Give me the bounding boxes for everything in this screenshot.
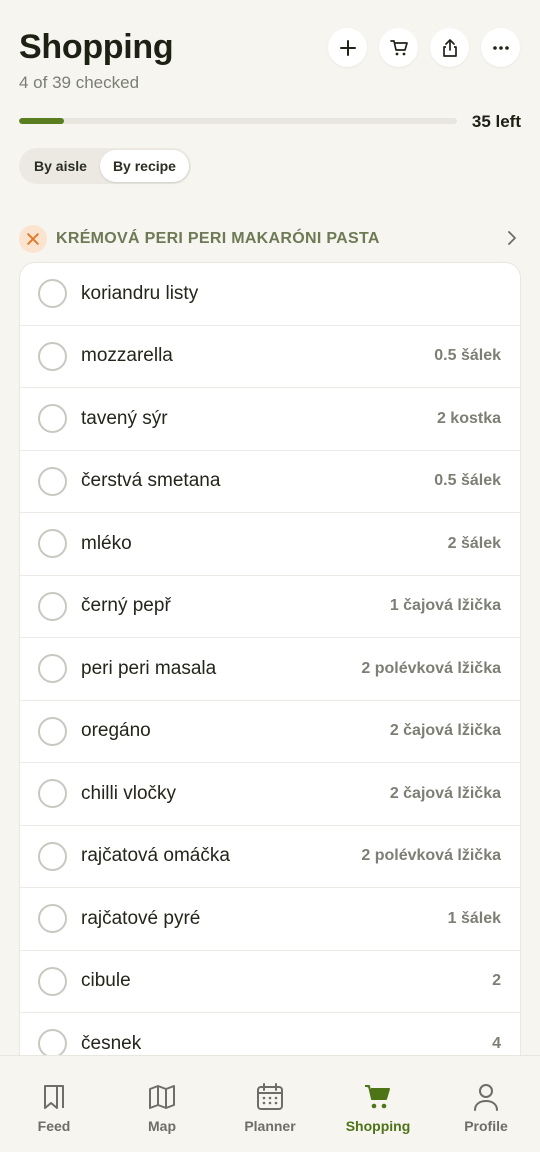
item-name: mozzarella — [81, 345, 173, 367]
item-checkbox[interactable] — [38, 466, 67, 496]
item-name: peri peri masala — [81, 657, 217, 679]
list-item[interactable]: rajčatové pyré 1 šálek — [20, 888, 520, 951]
nav-feed-label: Feed — [37, 1118, 71, 1134]
item-checkbox[interactable] — [38, 654, 67, 684]
item-name: chilli vločky — [81, 782, 177, 804]
header: Shopping 4 of 39 checked 35 left By aisl… — [0, 0, 540, 210]
item-name: čerstvá smetana — [81, 470, 221, 492]
item-checkbox[interactable] — [38, 966, 67, 996]
item-quantity: 1 šálek — [447, 909, 501, 927]
progress-fill — [19, 118, 65, 124]
item-name: česnek — [81, 1032, 142, 1054]
ingredient-list: koriandru listy mozzarella 0.5 šálek tavený… — [19, 262, 521, 1082]
item-quantity: 2 — [492, 972, 501, 990]
list-item[interactable]: mléko 2 šálek — [20, 513, 520, 576]
list-item[interactable]: cibule 2 — [20, 951, 520, 1013]
bookmark-icon — [44, 1085, 64, 1109]
item-checkbox[interactable] — [38, 341, 67, 371]
share-icon — [442, 38, 457, 57]
map-icon — [149, 1085, 175, 1109]
nav-map-label: Map — [148, 1118, 176, 1134]
item-quantity: 4 — [492, 1034, 501, 1052]
items-left-count: 35 left — [471, 112, 521, 131]
item-checkbox[interactable] — [38, 904, 67, 934]
list-item[interactable]: oregáno 2 čajová lžička — [20, 701, 520, 763]
item-checkbox[interactable] — [38, 404, 67, 434]
toggle-by-recipe[interactable]: By recipe — [99, 150, 189, 182]
more-button[interactable] — [481, 28, 520, 67]
item-quantity: 0.5 šálek — [434, 472, 501, 490]
list-item[interactable]: mozzarella 0.5 šálek — [20, 326, 520, 388]
recipe-section-header[interactable]: KRÉMOVÁ PERI PERI MAKARÓNI PASTA — [19, 224, 521, 254]
nav-shopping-label: Shopping — [345, 1118, 411, 1134]
item-checkbox[interactable] — [38, 1029, 67, 1059]
nav-planner-label: Planner — [244, 1118, 296, 1134]
item-checkbox[interactable] — [38, 841, 67, 871]
item-quantity: 2 čajová lžička — [389, 722, 501, 740]
plus-icon — [339, 39, 356, 56]
bottom-navigation: Feed Map Planner Shopping Profile — [0, 1055, 540, 1152]
progress-bar — [19, 118, 457, 124]
item-quantity: 0.5 šálek — [434, 347, 501, 365]
item-quantity: 1 čajová lžička — [389, 597, 501, 615]
item-quantity: 2 čajová lžička — [389, 784, 501, 802]
nav-feed[interactable]: Feed — [0, 1056, 108, 1152]
toggle-by-aisle[interactable]: By aisle — [21, 150, 100, 182]
item-checkbox[interactable] — [38, 779, 67, 809]
shopping-cart-icon — [365, 1085, 390, 1109]
list-item[interactable]: černý pepř 1 čajová lžička — [20, 576, 520, 638]
add-item-button[interactable] — [328, 28, 367, 67]
item-quantity: 2 polévková lžička — [361, 847, 501, 865]
header-actions — [328, 28, 520, 67]
list-item[interactable]: peri peri masala 2 polévková lžička — [20, 638, 520, 701]
nav-shopping[interactable]: Shopping — [324, 1056, 432, 1152]
item-checkbox[interactable] — [38, 591, 67, 621]
item-quantity: 2 šálek — [447, 534, 501, 552]
calendar-icon — [257, 1083, 283, 1110]
item-name: rajčatová omáčka — [81, 845, 230, 867]
group-toggle: By aisle By recipe — [19, 148, 191, 184]
nav-map[interactable]: Map — [108, 1056, 216, 1152]
page-title: Shopping — [19, 28, 174, 66]
item-name: mléko — [81, 532, 132, 554]
item-name: tavený sýr — [81, 407, 168, 429]
recipe-title: KRÉMOVÁ PERI PERI MAKARÓNI PASTA — [56, 230, 380, 247]
cart-button[interactable] — [379, 28, 418, 67]
list-item[interactable]: chilli vločky 2 čajová lžička — [20, 763, 520, 826]
item-checkbox[interactable] — [38, 279, 67, 309]
item-quantity: 2 polévková lžička — [361, 659, 501, 677]
checked-count: 4 of 39 checked — [19, 73, 140, 92]
list-item[interactable]: tavený sýr 2 kostka — [20, 388, 520, 451]
nav-planner[interactable]: Planner — [216, 1056, 324, 1152]
item-name: černý pepř — [81, 595, 171, 617]
item-name: koriandru listy — [81, 282, 199, 304]
item-checkbox[interactable] — [38, 529, 67, 559]
list-item[interactable]: rajčatová omáčka 2 polévková lžička — [20, 826, 520, 888]
nav-profile-label: Profile — [464, 1118, 508, 1134]
item-name: rajčatové pyré — [81, 907, 201, 929]
item-name: oregáno — [81, 720, 151, 742]
item-quantity: 2 kostka — [436, 409, 501, 427]
list-item[interactable]: čerstvá smetana 0.5 šálek — [20, 451, 520, 513]
item-name: cibule — [81, 970, 131, 992]
more-icon — [492, 45, 509, 50]
utensils-icon — [19, 225, 47, 253]
share-button[interactable] — [430, 28, 469, 67]
chevron-right-icon — [508, 231, 516, 245]
list-item[interactable]: koriandru listy — [20, 263, 520, 326]
person-icon — [474, 1084, 498, 1111]
nav-profile[interactable]: Profile — [432, 1056, 540, 1152]
item-checkbox[interactable] — [38, 716, 67, 746]
cart-icon — [389, 39, 408, 55]
